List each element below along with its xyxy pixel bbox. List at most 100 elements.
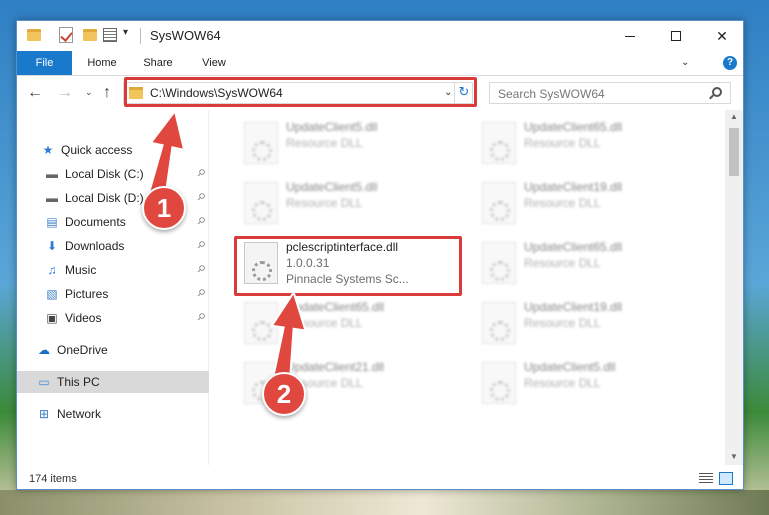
large-icons-view-icon[interactable] [719,472,733,485]
file-detail: Resource DLL [524,376,601,390]
new-folder-icon[interactable] [83,29,97,41]
scroll-down-icon[interactable]: ▼ [730,452,738,461]
file-item[interactable]: UpdateClient65.dll Resource DLL [474,114,694,172]
sidebar-item-label: Downloads [65,239,125,253]
file-name: UpdateClient5.dll [286,180,378,194]
details-view-icon[interactable] [699,473,713,484]
sidebar-item-videos[interactable]: ▣ Videos ⚲ [17,307,209,329]
search-icon[interactable] [712,87,722,97]
dll-file-icon [244,122,278,164]
file-detail: Resource DLL [286,196,363,210]
desktop-background [0,490,769,515]
close-button[interactable]: ✕ [699,21,745,51]
tab-share[interactable]: Share [135,51,181,75]
status-bar: 174 items [17,469,743,489]
pin-icon[interactable]: ⚲ [194,287,207,300]
sidebar-item-label: Music [65,263,97,277]
sidebar-item-label: OneDrive [57,343,108,357]
file-detail: Resource DLL [524,256,601,270]
pin-icon[interactable]: ⚲ [194,263,207,276]
pin-icon[interactable]: ⚲ [194,167,207,180]
file-name: UpdateClient19.dll [524,300,623,314]
file-detail: Resource DLL [524,136,601,150]
scroll-up-icon[interactable]: ▲ [730,112,738,121]
file-detail: Resource DLL [524,196,601,210]
file-item[interactable]: UpdateClient19.dll Resource DLL [474,294,694,352]
title-bar: ▾ SysWOW64 ✕ [17,21,743,51]
expand-ribbon-chevron-icon[interactable]: ⌄ [681,57,689,68]
sidebar-item-label: Network [57,407,102,421]
pictures-icon: ▧ [46,287,58,301]
download-icon: ⬇ [46,239,58,253]
dll-file-icon [482,122,516,164]
up-arrow-icon[interactable]: ↑ [103,84,111,102]
callout-2: 2 [262,372,306,416]
star-icon: ★ [42,143,54,157]
forward-arrow-icon[interactable]: → [57,84,73,102]
file-item[interactable]: UpdateClient65.dll Resource DLL [474,234,694,292]
sidebar-item-label: Quick access [61,143,133,157]
minimize-button[interactable] [607,21,653,51]
scroll-thumb[interactable] [729,128,739,176]
tab-home[interactable]: Home [77,51,127,75]
sidebar-item-network[interactable]: ⊞ Network [17,403,209,425]
dll-file-icon [482,362,516,404]
quick-access-dropdown-icon[interactable]: ▾ [123,27,128,38]
pin-icon[interactable]: ⚲ [194,311,207,324]
search-box[interactable]: Search SysWOW64 [489,82,731,104]
tab-view[interactable]: View [193,51,235,75]
folder-icon [27,29,41,41]
back-arrow-icon[interactable]: ← [27,84,43,102]
sidebar-item-label: Documents [65,215,126,229]
minimize-icon [625,35,635,37]
address-highlight-box [124,77,477,107]
title-separator [140,28,141,44]
sidebar-item-label: Videos [65,311,102,325]
file-item[interactable]: UpdateClient5.dll Resource DLL [236,114,456,172]
cloud-icon: ☁ [38,343,50,357]
file-item[interactable]: UpdateClient5.dll Resource DLL [236,174,456,232]
sidebar-item-this-pc[interactable]: ▭ This PC [17,371,209,393]
properties-check-icon[interactable] [59,27,73,43]
close-icon: ✕ [716,27,728,44]
dll-file-icon [482,302,516,344]
file-name: UpdateClient19.dll [524,180,623,194]
file-detail: Resource DLL [286,136,363,150]
dll-file-icon [482,182,516,224]
pin-icon[interactable]: ⚲ [194,191,207,204]
videos-icon: ▣ [46,311,58,325]
callout-1: 1 [142,186,186,230]
sidebar-item-label: Local Disk (C:) [65,167,144,181]
sidebar-item-pictures[interactable]: ▧ Pictures ⚲ [17,283,209,305]
window-title: SysWOW64 [150,28,221,43]
help-icon[interactable]: ? [723,56,737,70]
sidebar-item-label: Local Disk (D:) [65,191,144,205]
pin-icon[interactable]: ⚲ [194,215,207,228]
file-name: UpdateClient65.dll [524,240,623,254]
drive-icon: ▬ [46,191,58,205]
sidebar-item-downloads[interactable]: ⬇ Downloads ⚲ [17,235,209,257]
file-item[interactable]: UpdateClient19.dll Resource DLL [474,174,694,232]
file-name: UpdateClient5.dll [524,360,616,374]
file-highlight-box [234,236,462,296]
recent-locations-chevron-icon[interactable]: ⌄ [85,87,93,98]
sidebar-item-onedrive[interactable]: ☁ OneDrive [17,339,209,361]
search-input[interactable]: Search SysWOW64 [498,87,605,101]
network-icon: ⊞ [38,407,50,421]
sidebar-item-music[interactable]: ♫ Music ⚲ [17,259,209,281]
music-icon: ♫ [47,263,57,277]
maximize-button[interactable] [653,21,699,51]
pin-icon[interactable]: ⚲ [194,239,207,252]
quick-access-toolbar-icon[interactable] [103,28,117,42]
tab-file[interactable]: File [17,51,72,75]
drive-icon: ▬ [46,167,58,181]
item-count: 174 items [29,473,77,485]
file-item[interactable]: UpdateClient5.dll Resource DLL [474,354,694,412]
vertical-scrollbar[interactable]: ▲ ▼ [725,110,743,465]
sidebar-item-label: Pictures [65,287,109,301]
dll-file-icon [244,182,278,224]
ribbon: File Home Share View ⌄ ? [17,51,743,76]
maximize-icon [671,31,681,41]
file-detail: Resource DLL [524,316,601,330]
sidebar-item-label: This PC [57,375,100,389]
